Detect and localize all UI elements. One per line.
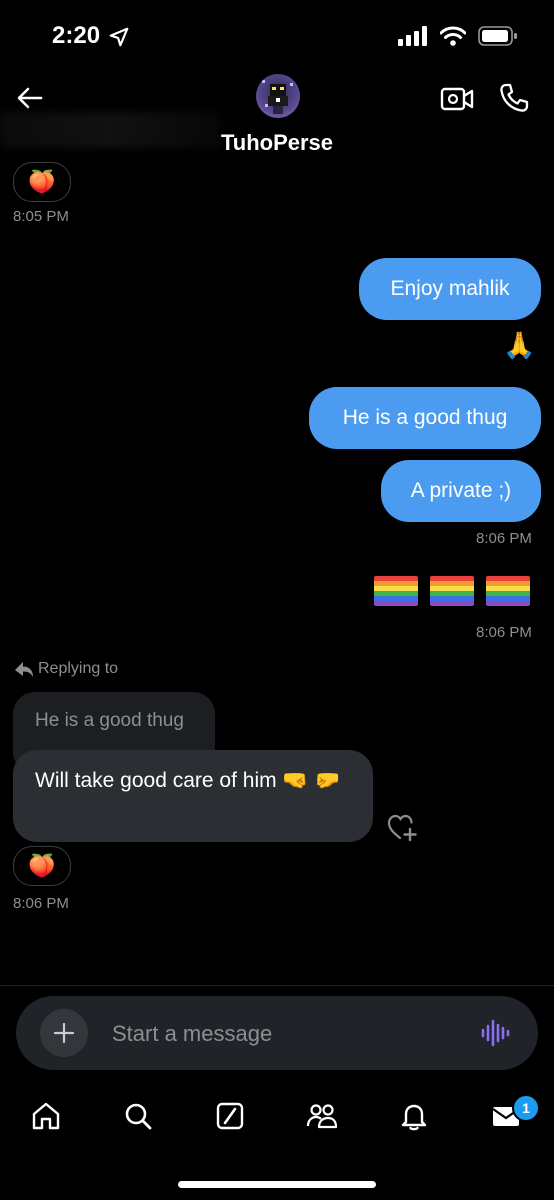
avatar[interactable]	[256, 74, 300, 118]
outgoing-message-bubble[interactable]: Enjoy mahlik	[359, 258, 541, 320]
status-icons	[398, 26, 518, 46]
message-timestamp: 8:06 PM	[13, 895, 69, 912]
reaction-pill[interactable]: 🍑	[13, 846, 71, 886]
incoming-message-bubble[interactable]: Will take good care of him 🤜 🤛	[13, 750, 373, 842]
rainbow-flag-emoji	[486, 576, 530, 606]
plus-icon	[53, 1022, 75, 1044]
quoted-text: He is a good thug	[35, 710, 184, 731]
outgoing-message-bubble[interactable]: He is a good thug	[309, 387, 541, 449]
wifi-icon	[440, 26, 466, 46]
reaction-emoji: 🍑	[28, 853, 56, 878]
rainbow-flag-emoji	[430, 576, 474, 606]
message-timestamp: 8:05 PM	[13, 208, 69, 225]
tab-grok[interactable]	[210, 1096, 250, 1136]
home-indicator[interactable]	[178, 1181, 376, 1188]
dm-conversation-screen: 2:20 TuhoPerse 🍑 8:05 PM Enjoy mahlik 🙏 …	[0, 0, 554, 1200]
reaction-pill[interactable]: 🍑	[13, 162, 71, 202]
grok-icon	[216, 1102, 244, 1130]
cellular-signal-icon	[398, 26, 427, 46]
message-timestamp: 8:06 PM	[476, 530, 532, 547]
replying-to-label: Replying to	[38, 660, 119, 677]
conversation-header: TuhoPerse	[0, 72, 554, 162]
rainbow-flag-emoji	[374, 576, 418, 606]
message-composer	[16, 996, 538, 1070]
search-icon	[125, 1103, 152, 1130]
message-list[interactable]: 🍑 8:05 PM Enjoy mahlik 🙏 He is a good th…	[0, 162, 554, 982]
communities-icon	[306, 1104, 338, 1129]
bottom-tab-bar	[0, 1086, 554, 1150]
status-bar: 2:20	[0, 0, 554, 72]
add-media-button[interactable]	[40, 1009, 88, 1057]
phone-call-icon[interactable]	[498, 82, 530, 114]
message-text: A private ;)	[410, 479, 512, 502]
reply-arrow-icon	[15, 662, 33, 677]
bell-icon	[401, 1104, 427, 1131]
reaction-emoji: 🍑	[28, 169, 56, 194]
battery-icon	[478, 26, 517, 46]
tab-home[interactable]	[26, 1096, 66, 1136]
tab-search[interactable]	[118, 1096, 158, 1136]
message-input[interactable]	[110, 1012, 454, 1056]
voice-message-icon[interactable]	[480, 1018, 512, 1048]
tab-notifications[interactable]	[394, 1096, 434, 1136]
add-reaction-heart-icon[interactable]	[386, 812, 418, 842]
location-arrow-icon	[109, 27, 129, 47]
conversation-title[interactable]: TuhoPerse	[0, 130, 554, 156]
video-call-icon[interactable]	[440, 84, 474, 114]
message-text: He is a good thug	[342, 406, 508, 429]
status-time: 2:20	[52, 22, 101, 49]
messages-unread-badge: 1	[512, 1094, 540, 1122]
message-text: Will take good care of him 🤜 🤛	[35, 769, 341, 792]
tab-communities[interactable]	[302, 1096, 342, 1136]
composer-divider	[0, 985, 554, 986]
outgoing-flag-emoji-message[interactable]	[362, 576, 530, 606]
outgoing-message-bubble[interactable]: A private ;)	[381, 460, 541, 522]
outgoing-emoji-message[interactable]: 🙏	[503, 330, 535, 361]
message-text: Enjoy mahlik	[390, 277, 510, 300]
replying-to-indicator: Replying to	[14, 660, 118, 678]
message-timestamp: 8:06 PM	[476, 624, 532, 641]
back-arrow-icon[interactable]	[14, 82, 46, 114]
home-icon	[32, 1102, 60, 1130]
avatar-pixel-art	[262, 80, 293, 114]
